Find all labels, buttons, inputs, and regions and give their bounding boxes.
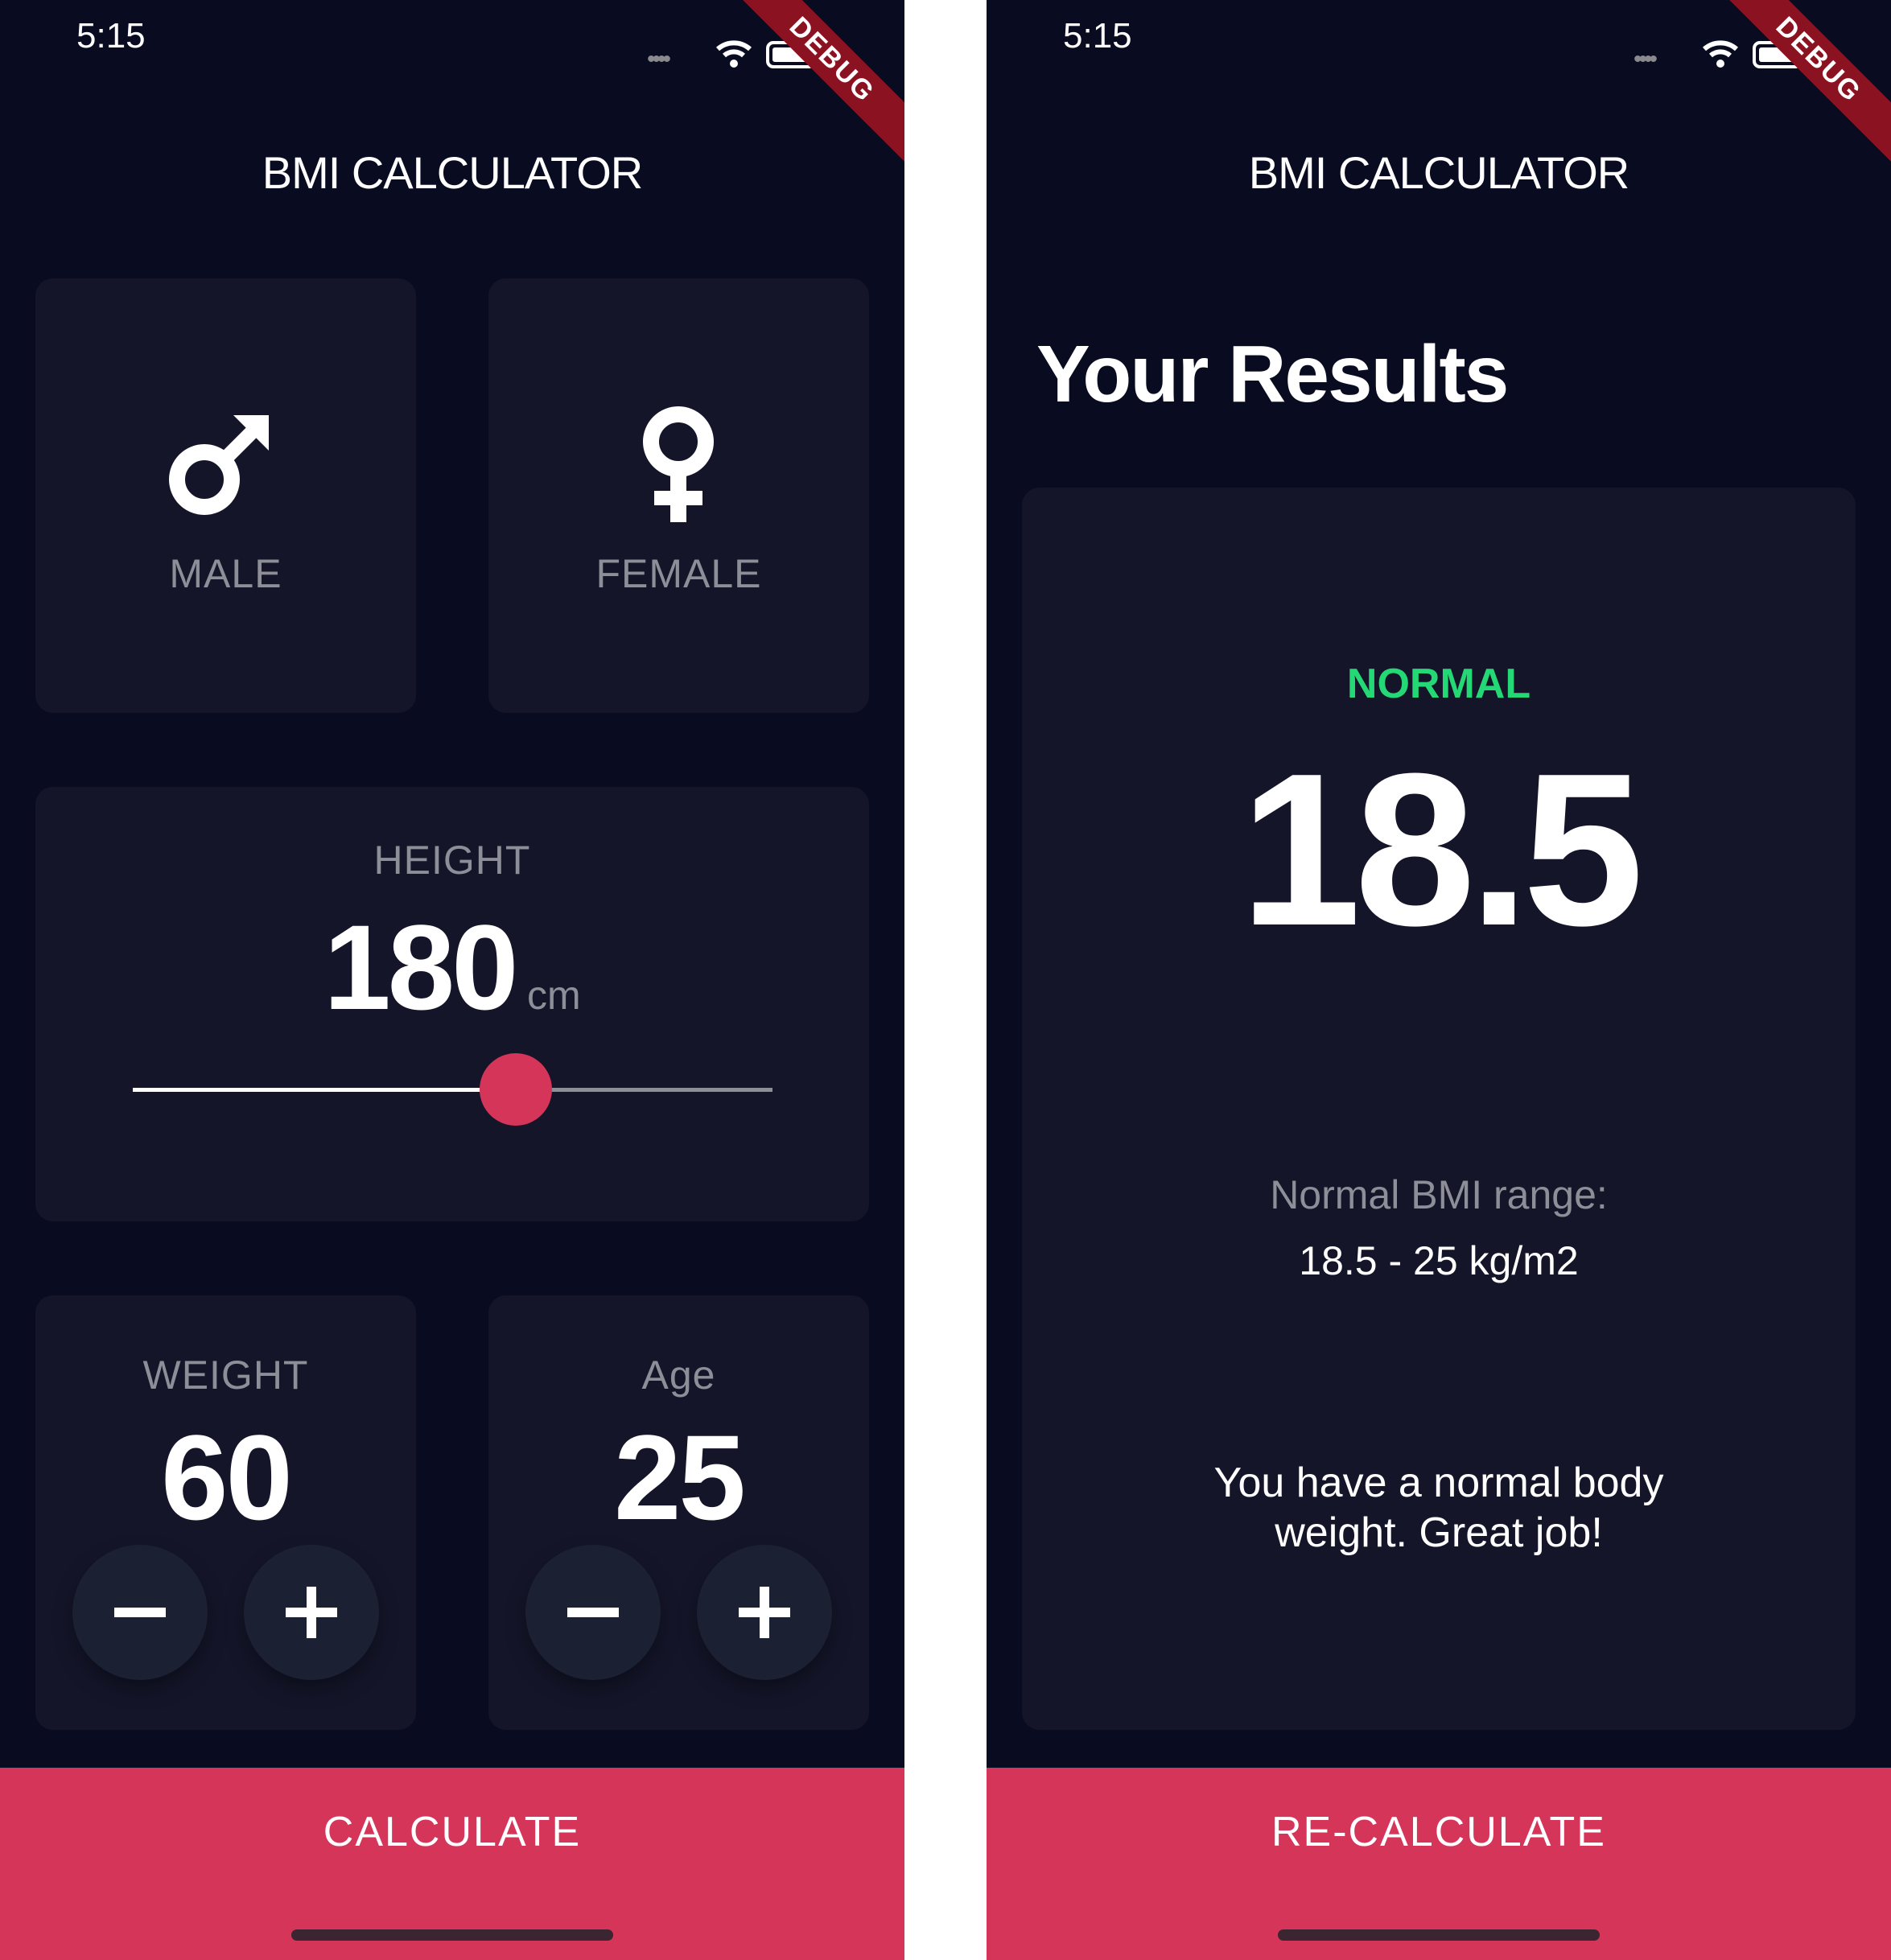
plus-icon bbox=[739, 1587, 790, 1638]
height-slider-thumb[interactable] bbox=[480, 1053, 552, 1126]
status-time: 5:15 bbox=[76, 16, 146, 56]
signal-icon: •••• bbox=[647, 46, 671, 72]
normal-range-value: 18.5 - 25 kg/m2 bbox=[1299, 1238, 1579, 1283]
age-increment-button[interactable] bbox=[697, 1545, 832, 1680]
plus-icon bbox=[286, 1587, 337, 1638]
normal-range-label: Normal BMI range: bbox=[1270, 1172, 1608, 1217]
app-title: BMI CALCULATOR bbox=[1248, 147, 1629, 198]
female-label: FEMALE bbox=[595, 551, 762, 596]
minus-icon bbox=[114, 1608, 166, 1617]
result-card: NORMAL 18.5 Normal BMI range: 18.5 - 25 … bbox=[1022, 488, 1856, 1730]
calculate-button[interactable]: CALCULATE bbox=[0, 1768, 904, 1960]
height-slider-inactive-track[interactable] bbox=[515, 1088, 772, 1092]
weight-label: WEIGHT bbox=[142, 1353, 309, 1398]
age-decrement-button[interactable] bbox=[525, 1545, 661, 1680]
weight-increment-button[interactable] bbox=[244, 1545, 379, 1680]
female-card[interactable]: FEMALE bbox=[488, 278, 869, 713]
results-heading: Your Results bbox=[1036, 329, 1509, 419]
weight-value: 60 bbox=[161, 1410, 293, 1545]
height-card: HEIGHT 180 cm bbox=[35, 787, 869, 1221]
wifi-icon bbox=[716, 40, 752, 68]
height-slider-active-track[interactable] bbox=[133, 1088, 515, 1092]
bmi-input-screen: 5:15 •••• DEBUG BMI CALCULATOR MALE FEMA… bbox=[0, 0, 904, 1960]
recalculate-label: RE-CALCULATE bbox=[1271, 1809, 1606, 1855]
age-label: Age bbox=[641, 1353, 716, 1398]
weight-decrement-button[interactable] bbox=[72, 1545, 208, 1680]
wifi-icon bbox=[1703, 40, 1738, 68]
bmi-value: 18.5 bbox=[1240, 729, 1644, 971]
female-symbol-icon bbox=[643, 406, 714, 522]
result-category: NORMAL bbox=[1346, 661, 1531, 707]
bmi-results-screen: 5:15 •••• DEBUG BMI CALCULATOR Your Resu… bbox=[987, 0, 1891, 1960]
home-indicator bbox=[291, 1929, 613, 1941]
male-label: MALE bbox=[169, 551, 282, 596]
height-unit: cm bbox=[527, 973, 581, 1018]
calculate-label: CALCULATE bbox=[323, 1809, 582, 1855]
result-message: You have a normal body weight. Great job… bbox=[1213, 1460, 1664, 1556]
height-value: 180 bbox=[323, 900, 518, 1035]
height-label: HEIGHT bbox=[373, 838, 531, 883]
height-value-row: 180 cm bbox=[35, 898, 869, 1037]
minus-icon bbox=[567, 1608, 619, 1617]
recalculate-button[interactable]: RE-CALCULATE bbox=[987, 1768, 1891, 1960]
home-indicator bbox=[1278, 1929, 1600, 1941]
age-value: 25 bbox=[614, 1410, 746, 1545]
status-time: 5:15 bbox=[1063, 16, 1132, 56]
app-title: BMI CALCULATOR bbox=[262, 147, 643, 198]
signal-icon: •••• bbox=[1634, 46, 1658, 72]
weight-card: WEIGHT 60 bbox=[35, 1295, 416, 1730]
age-card: Age 25 bbox=[488, 1295, 869, 1730]
male-card[interactable]: MALE bbox=[35, 278, 416, 713]
male-symbol-icon bbox=[169, 415, 269, 515]
